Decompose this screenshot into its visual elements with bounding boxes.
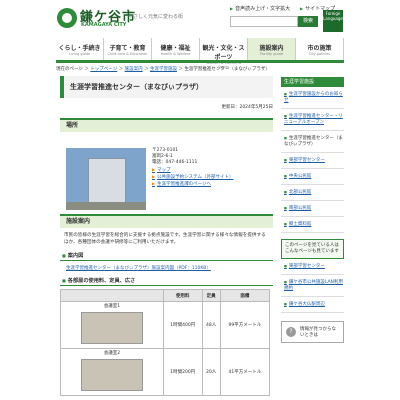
section-location-heading: 場所 bbox=[60, 118, 273, 132]
sidebar-header: 生涯学習施設 bbox=[281, 77, 344, 87]
search-input[interactable] bbox=[230, 16, 298, 27]
table-header: 定員 bbox=[201, 289, 221, 302]
nav-label: くらし・手続き bbox=[58, 45, 101, 52]
accessibility-link[interactable]: 音声読み上げ・文字拡大 bbox=[230, 5, 290, 12]
room-capacity: 20人 bbox=[201, 348, 221, 396]
nav-divider bbox=[56, 60, 344, 63]
question-icon: ? bbox=[286, 327, 296, 337]
room-photo bbox=[81, 312, 143, 344]
city-logo-icon[interactable] bbox=[57, 8, 77, 28]
room-capacity: 48人 bbox=[201, 301, 221, 349]
breadcrumb-label: 現在のページ bbox=[56, 67, 83, 72]
site-tagline: やさしく元気に変わる街 bbox=[128, 14, 184, 20]
nav-policies[interactable]: 市の施策 City policies bbox=[296, 38, 344, 60]
department-link[interactable]: 生涯学習推進課のページへ bbox=[152, 181, 272, 188]
nav-label: 健康・福祉 bbox=[160, 45, 191, 52]
sidebar-item-news[interactable]: 生涯学習施設からのお知らせ bbox=[281, 87, 344, 109]
sidebar-item-current[interactable]: 生涯学習推進センター（まなびぃプラザ） bbox=[281, 131, 344, 153]
nav-childcare[interactable]: 子育て・教育 Child care & Education bbox=[104, 38, 152, 60]
sidebar-item-north[interactable]: 北部公民館 bbox=[281, 185, 344, 201]
breadcrumb-learning[interactable]: 生涯学習施設 bbox=[150, 67, 177, 72]
breadcrumb: 現在のページ ＞ トップページ ＞ 施設案内 ＞ 生涯学習施設 ＞ 生涯学習推進… bbox=[56, 67, 270, 72]
nav-living[interactable]: くらし・手続き Living guide bbox=[56, 38, 104, 60]
rooms-heading: 各部屋の使用料、定員、広さ bbox=[60, 277, 273, 286]
updated-date: 更新日：2024年5月25日 bbox=[221, 105, 273, 110]
related-pages-text: このページを見ている人はこんなページも見ています bbox=[285, 243, 339, 254]
ground-shape bbox=[66, 202, 146, 210]
foreign-language-button[interactable]: Foreign Language bbox=[323, 10, 343, 32]
pdf-guide-link[interactable]: 生涯学習推進センター（まなびぃプラザ）施設案内図（PDF：110KB） bbox=[66, 265, 273, 271]
address-block: 〒273-0101 富岡2-6-1 電話：047-446-1111 マップ 公共… bbox=[152, 148, 272, 188]
facility-description: 市民の皆様の生涯学習を総合的に支援する拠点施設です。生涯学習に関する様々な情報を… bbox=[64, 233, 266, 245]
breadcrumb-top[interactable]: トップページ bbox=[90, 67, 117, 72]
reservation-link[interactable]: 公共施設予約システム（外部サイト） bbox=[152, 174, 272, 181]
table-header bbox=[60, 289, 164, 302]
nav-sublabel: Health & Welfare bbox=[160, 52, 191, 56]
faq-box[interactable]: ? 情報が見つからないときは bbox=[281, 321, 344, 343]
room-photo bbox=[81, 359, 143, 391]
breadcrumb-current: 生涯学習推進センター（まなびぃプラザ） bbox=[184, 67, 270, 72]
related-pages-box: このページを見ている人はこんなページも見ています bbox=[281, 239, 344, 259]
sidebar-item-central[interactable]: 中央公民館 bbox=[281, 169, 344, 185]
rooms-table: 使用料 定員 面積 会議室1 1時間400円 48人 99平方メートル 会議室2… bbox=[60, 289, 271, 396]
map-link[interactable]: マップ bbox=[152, 167, 272, 174]
room-fee: 1時間400円 bbox=[163, 301, 203, 349]
nav-sublabel: Child care & Education bbox=[107, 52, 148, 56]
room-cell: 会議室2 bbox=[60, 348, 164, 396]
search-button[interactable]: 検索 bbox=[298, 16, 318, 27]
room-area: 41平方メートル bbox=[219, 348, 271, 396]
nav-label: 子育て・教育 bbox=[109, 45, 146, 52]
room-name: 会議室1 bbox=[103, 304, 121, 309]
nav-health[interactable]: 健康・福祉 Health & Welfare bbox=[152, 38, 200, 60]
nav-facility[interactable]: 施設案内 Facility guide bbox=[248, 38, 296, 60]
room-fee: 1時間200円 bbox=[163, 348, 203, 396]
table-header: 使用料 bbox=[163, 289, 203, 302]
building-shape bbox=[88, 158, 126, 204]
sidebar-item-renewal[interactable]: 生涯学習推進センター・リニューアルオープン bbox=[281, 109, 344, 131]
related-link-daibutsu[interactable]: 鎌ケ谷大仏駅周辺 bbox=[281, 297, 344, 313]
sidebar-item-south[interactable]: 南部公民館 bbox=[281, 201, 344, 217]
nav-label: 市の施策 bbox=[307, 45, 332, 52]
building-photo bbox=[66, 148, 146, 210]
breadcrumb-facility[interactable]: 施設案内 bbox=[125, 67, 143, 72]
page-title: 生涯学習推進センター（まなびぃプラザ） bbox=[60, 76, 273, 98]
nav-sublabel: City policies bbox=[308, 52, 331, 56]
faq-text: 情報が見つからないときは bbox=[300, 327, 336, 338]
table-header: 面積 bbox=[219, 289, 271, 302]
site-logo-subtitle: KAMAGAYA CITY bbox=[81, 22, 127, 28]
table-row: 会議室2 1時間200円 20人 41平方メートル bbox=[60, 348, 271, 396]
section-facility-heading: 施設案内 bbox=[60, 214, 273, 228]
sidebar: 生涯学習施設 生涯学習施設からのお知らせ 生涯学習推進センター・リニューアルオー… bbox=[281, 77, 344, 343]
guide-heading: 案内図 bbox=[60, 252, 273, 261]
related-link-lan[interactable]: 鎌ケ谷市公共施設LAN利用規約 bbox=[281, 275, 344, 297]
sidebar-item-east[interactable]: 東部学習センター bbox=[281, 153, 344, 169]
room-name: 会議室2 bbox=[103, 351, 121, 356]
sidebar-item-museum[interactable]: 郷土資料館 bbox=[281, 217, 344, 233]
nav-tourism[interactable]: 観光・文化・スポーツ Tourism & Culture & Sports bbox=[200, 38, 248, 69]
nav-sublabel: Facility guide bbox=[259, 52, 284, 56]
nav-label: 施設案内 bbox=[259, 45, 284, 52]
related-link-east[interactable]: 東部学習センター bbox=[281, 259, 344, 275]
nav-label: 観光・文化・スポーツ bbox=[202, 45, 245, 61]
global-nav: くらし・手続き Living guide 子育て・教育 Child care & E… bbox=[56, 38, 344, 69]
table-header-row: 使用料 定員 面積 bbox=[60, 289, 271, 302]
table-row: 会議室1 1時間400円 48人 99平方メートル bbox=[60, 301, 271, 349]
site-header: 鎌ケ谷市 KAMAGAYA CITY やさしく元気に変わる街 音声読み上げ・文字… bbox=[0, 0, 400, 36]
main-content: 生涯学習推進センター（まなびぃプラザ） 更新日：2024年5月25日 場所 〒2… bbox=[60, 76, 273, 396]
room-area: 99平方メートル bbox=[219, 301, 271, 349]
room-cell: 会議室1 bbox=[60, 301, 164, 349]
nav-sublabel: Living guide bbox=[68, 52, 91, 56]
